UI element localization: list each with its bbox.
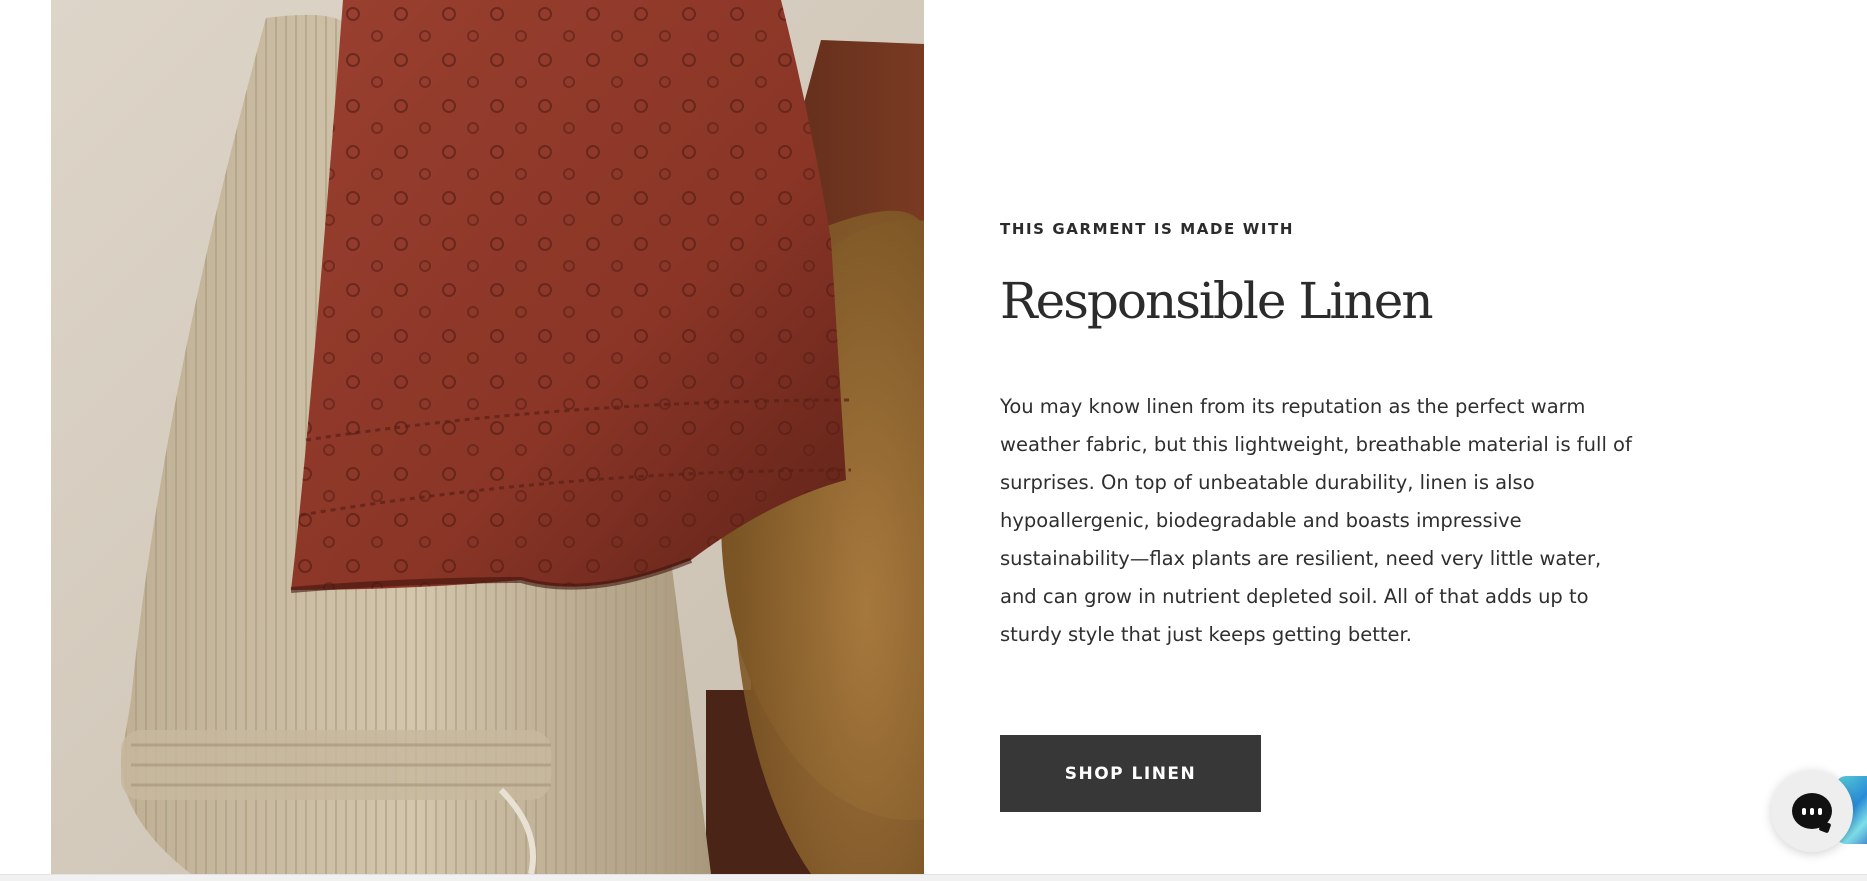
section-description: You may know linen from its reputation a…	[1000, 395, 1632, 646]
page-bottom-divider	[0, 874, 1867, 881]
section-eyebrow: THIS GARMENT IS MADE WITH	[1000, 220, 1295, 238]
shop-linen-button[interactable]: SHOP LINEN	[1000, 735, 1261, 812]
chat-launcher-button[interactable]	[1771, 770, 1853, 852]
chat-bubble-icon	[1792, 793, 1832, 829]
section-title: Responsible Linen	[1000, 272, 1434, 330]
linen-garments-photo	[51, 0, 924, 874]
